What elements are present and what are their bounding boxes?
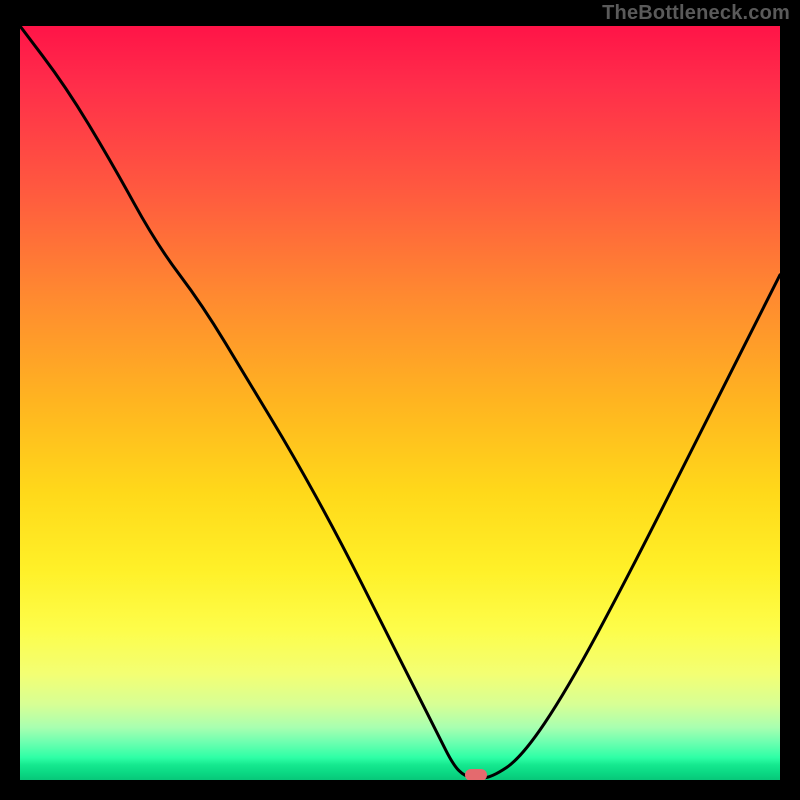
plot-area [20, 26, 780, 780]
optimum-marker [465, 769, 487, 780]
chart-frame: TheBottleneck.com [0, 0, 800, 800]
line-chart-svg [20, 26, 780, 780]
bottleneck-curve [20, 26, 780, 778]
watermark-text: TheBottleneck.com [602, 2, 790, 25]
